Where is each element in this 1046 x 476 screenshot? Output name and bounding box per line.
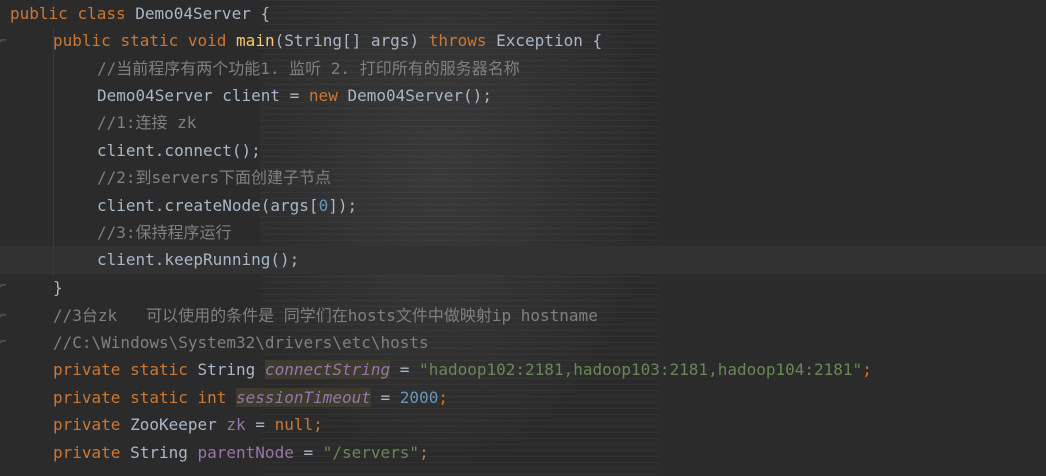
code-token: public: [53, 31, 121, 50]
code-token: Exception: [496, 31, 593, 50]
code-token: throws: [428, 31, 497, 50]
fold-marker-icon[interactable]: ⌐: [0, 280, 12, 292]
code-token: static: [130, 388, 198, 407]
code-token: static: [130, 360, 198, 379]
fold-marker-icon[interactable]: ⌐: [0, 310, 12, 322]
code-token: private: [53, 415, 131, 434]
code-token: ;: [438, 388, 448, 407]
code-token: client.keepRunning();: [97, 250, 300, 269]
code-token: private: [53, 388, 131, 407]
code-token: //3台zk 可以使用的条件是 同学们在hosts文件中做映射ip hostna…: [53, 306, 598, 325]
code-token: connectString: [264, 360, 391, 379]
code-token: public: [10, 4, 78, 23]
code-token: 0: [318, 196, 329, 215]
code-token: client.connect();: [97, 141, 261, 160]
code-line[interactable]: client.createNode(args[0]);: [97, 192, 357, 220]
code-token: 2000: [399, 388, 439, 407]
code-token: //2:到servers下面创建子节点: [97, 168, 331, 187]
code-line[interactable]: private String parentNode = "/servers";: [53, 439, 429, 467]
code-line[interactable]: }: [53, 274, 63, 302]
code-line[interactable]: //3台zk 可以使用的条件是 同学们在hosts文件中做映射ip hostna…: [53, 302, 598, 330]
code-line[interactable]: public static void main(String[] args) t…: [53, 27, 602, 55]
code-token: private: [53, 443, 131, 462]
code-line[interactable]: //3:保持程序运行: [97, 219, 232, 247]
code-token: ZooKeeper: [130, 415, 227, 434]
fold-marker-icon[interactable]: ⌐: [0, 336, 12, 348]
code-token: Demo04Server: [135, 4, 261, 23]
code-token: =: [293, 443, 323, 462]
code-token: sessionTimeout: [236, 388, 371, 407]
code-token: //3:保持程序运行: [97, 223, 232, 242]
code-token: private: [53, 360, 131, 379]
code-line[interactable]: //C:\Windows\System32\drivers\etc\hosts: [53, 329, 429, 357]
code-token: "/servers": [322, 443, 420, 462]
code-line[interactable]: public class Demo04Server {: [10, 0, 270, 28]
code-token: String: [130, 443, 198, 462]
code-line[interactable]: //当前程序有两个功能1. 监听 2. 打印所有的服务器名称: [97, 55, 520, 83]
code-token: zk: [226, 415, 246, 434]
code-token: ;: [419, 443, 429, 462]
code-token: "hadoop102:2181,hadoop103:2181,hadoop104…: [419, 360, 863, 379]
code-token: //C:\Windows\System32\drivers\etc\hosts: [53, 333, 429, 352]
code-line[interactable]: //2:到servers下面创建子节点: [97, 164, 331, 192]
code-token: //当前程序有两个功能1. 监听 2. 打印所有的服务器名称: [97, 59, 520, 78]
code-line[interactable]: Demo04Server client = new Demo04Server()…: [97, 82, 492, 110]
code-editor[interactable]: ⌐ ⌐ ⌐ ⌐ public class Demo04Server { publ…: [0, 0, 1046, 476]
code-token: new: [308, 86, 348, 105]
code-token: //1:连接 zk: [97, 113, 197, 132]
code-token: null: [274, 415, 314, 434]
code-token: }: [53, 278, 63, 297]
code-token: =: [370, 388, 400, 407]
code-line[interactable]: //1:连接 zk: [97, 109, 196, 137]
code-line[interactable]: private static int sessionTimeout = 2000…: [53, 384, 448, 412]
code-line[interactable]: client.connect();: [97, 137, 261, 165]
indent-guide: [53, 27, 54, 277]
code-token: static: [120, 31, 188, 50]
code-token: main: [236, 31, 275, 50]
code-token: class: [77, 4, 136, 23]
code-token: ]);: [328, 196, 358, 215]
code-token: Demo04Server client =: [97, 86, 309, 105]
code-token: int: [197, 388, 237, 407]
code-line[interactable]: client.keepRunning();: [97, 246, 299, 274]
code-line[interactable]: private ZooKeeper zk = null;: [53, 411, 323, 439]
code-token: client.createNode(args[: [97, 196, 319, 215]
code-token: Demo04Server();: [347, 86, 492, 105]
code-token: =: [245, 415, 275, 434]
fold-marker-icon[interactable]: ⌐: [0, 35, 12, 47]
code-line[interactable]: private static String connectString = "h…: [53, 356, 872, 384]
code-token: void: [187, 31, 237, 50]
code-token: {: [592, 31, 603, 50]
code-token: (String[] args): [274, 31, 429, 50]
code-token: ;: [313, 415, 323, 434]
code-token: {: [260, 4, 271, 23]
code-token: =: [390, 360, 420, 379]
code-token: ;: [862, 360, 872, 379]
code-token: parentNode: [197, 443, 294, 462]
code-token: String: [197, 360, 265, 379]
